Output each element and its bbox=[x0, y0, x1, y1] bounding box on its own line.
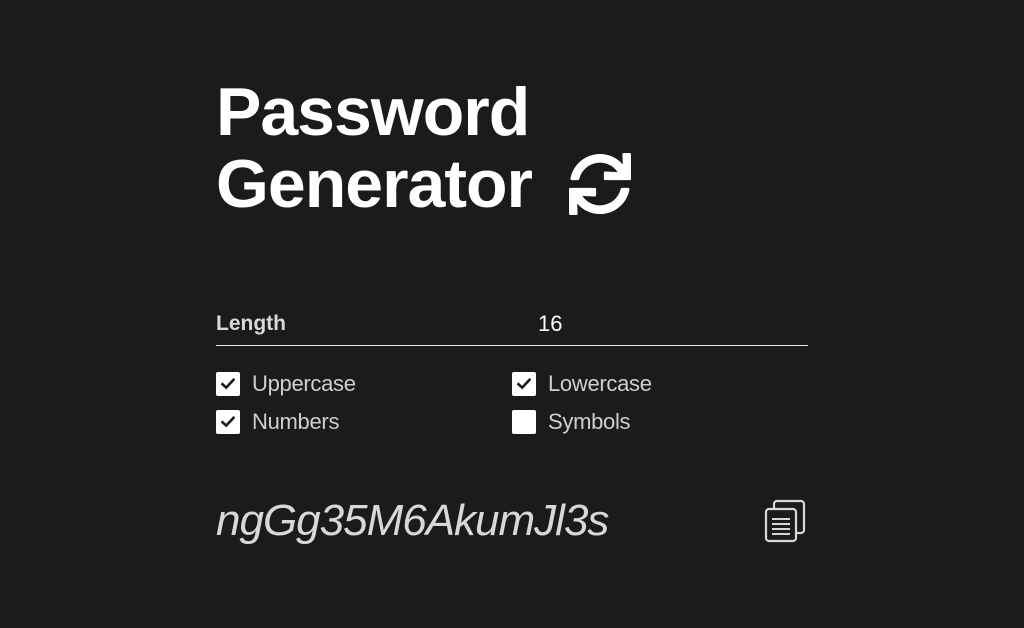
refresh-button[interactable] bbox=[566, 150, 634, 218]
length-label: Length bbox=[216, 311, 286, 335]
uppercase-label: Uppercase bbox=[252, 371, 356, 396]
password-generator: Password Generator Length Uppercase bbox=[216, 76, 808, 546]
copy-icon bbox=[764, 499, 806, 543]
checkmark-icon bbox=[221, 378, 235, 390]
header: Password Generator bbox=[216, 76, 808, 220]
length-input[interactable] bbox=[538, 303, 658, 344]
option-numbers[interactable]: Numbers bbox=[216, 409, 512, 434]
symbols-checkbox[interactable] bbox=[512, 410, 536, 434]
page-title: Password Generator bbox=[216, 74, 533, 222]
lowercase-label: Lowercase bbox=[548, 371, 652, 396]
option-lowercase[interactable]: Lowercase bbox=[512, 371, 808, 396]
result-row: ngGg35M6AkumJl3s bbox=[216, 496, 808, 546]
length-row: Length bbox=[216, 302, 808, 346]
checkmark-icon bbox=[517, 378, 531, 390]
symbols-label: Symbols bbox=[548, 409, 631, 434]
options-grid: Uppercase Lowercase Numbers Symbols bbox=[216, 371, 808, 434]
checkmark-icon bbox=[221, 416, 235, 428]
option-uppercase[interactable]: Uppercase bbox=[216, 371, 512, 396]
copy-button[interactable] bbox=[762, 498, 808, 544]
title-line-1: Password bbox=[216, 74, 530, 150]
numbers-label: Numbers bbox=[252, 409, 340, 434]
uppercase-checkbox[interactable] bbox=[216, 372, 240, 396]
generated-password: ngGg35M6AkumJl3s bbox=[216, 496, 609, 545]
title-line-2: Generator bbox=[216, 146, 533, 222]
lowercase-checkbox[interactable] bbox=[512, 372, 536, 396]
numbers-checkbox[interactable] bbox=[216, 410, 240, 434]
refresh-icon bbox=[569, 153, 631, 215]
option-symbols[interactable]: Symbols bbox=[512, 409, 808, 434]
